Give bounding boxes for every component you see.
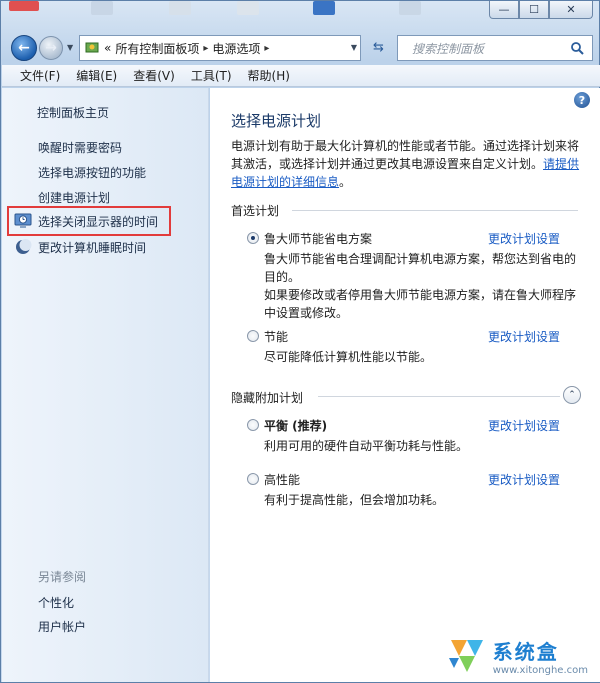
desktop-icon-partial — [313, 1, 335, 15]
intro-paragraph: 电源计划有助于最大化计算机的性能或者节能。通过选择计划来将其激活，或选择计划并通… — [231, 137, 583, 191]
moon-icon — [16, 239, 32, 254]
xitonghe-logo-icon — [448, 640, 483, 672]
title-bar: — ☐ ✕ — [1, 1, 600, 31]
search-input[interactable]: 搜索控制面板 — [397, 35, 593, 61]
desktop-icon-partial — [91, 1, 113, 15]
close-icon: ✕ — [566, 3, 576, 16]
plan-description: 鲁大师节能省电合理调配计算机电源方案，帮您达到省电的目的。 如果要修改或者停用鲁… — [264, 250, 584, 322]
plan-name: 高性能 — [264, 473, 301, 487]
plan-description: 有利于提高性能，但会增加功耗。 — [264, 493, 445, 507]
plan-description: 尽可能降低计算机性能以节能。 — [264, 350, 433, 364]
breadcrumb-power-options[interactable]: 电源选项 — [212, 40, 260, 57]
desktop-icon-partial — [237, 1, 259, 15]
recent-pages-dropdown[interactable]: ▼ — [67, 43, 73, 52]
plan-name: 鲁大师节能省电方案 — [264, 232, 373, 246]
menu-file[interactable]: 文件(F) — [12, 67, 68, 84]
sidebar-link-sleep-time[interactable]: 更改计算机睡眠时间 — [14, 238, 146, 256]
maximize-icon: ☐ — [529, 3, 539, 16]
forward-arrow-icon: → — [45, 40, 57, 56]
plan-description-line: 如果要修改或者停用鲁大师节能电源方案，请在鲁大师程序中设置或修改。 — [264, 288, 577, 320]
back-button[interactable]: ← — [11, 35, 37, 61]
chevron-up-icon: ⌃ — [568, 390, 576, 400]
sidebar-link-label: 选择关闭显示器的时间 — [38, 214, 159, 229]
change-plan-settings-link-balanced[interactable]: 更改计划设置 — [488, 417, 560, 434]
minimize-button[interactable]: — — [489, 1, 519, 19]
watermark-title: 系统盒 — [492, 640, 559, 664]
plan-radio[interactable] — [247, 419, 259, 431]
sidebar-link-user-accounts[interactable]: 用户帐户 — [38, 618, 86, 635]
site-watermark: 系统盒 www.xitonghe.com — [445, 636, 588, 676]
page-title: 选择电源计划 — [231, 112, 322, 130]
address-bar[interactable]: « 所有控制面板项 ▸ 电源选项 ▸ ▼ — [79, 35, 361, 61]
sidebar-link-personalization[interactable]: 个性化 — [38, 594, 74, 611]
refresh-button[interactable]: ⇆ — [373, 40, 384, 55]
watermark-url: www.xitonghe.com — [492, 665, 588, 676]
plan-description: 利用可用的硬件自动平衡功耗与性能。 — [264, 439, 469, 453]
sidebar-link-power-buttons[interactable]: 选择电源按钮的功能 — [38, 164, 146, 181]
plan-name: 节能 — [264, 330, 289, 344]
back-arrow-icon: ← — [18, 40, 30, 56]
collapse-hidden-plans-button[interactable]: ⌃ — [563, 386, 581, 404]
maximize-button[interactable]: ☐ — [519, 1, 549, 19]
sidebar: 控制面板主页 唤醒时需要密码 选择电源按钮的功能 创建电源计划 选择关闭显示器的… — [2, 88, 209, 682]
breadcrumb-separator-icon[interactable]: ▸ — [203, 43, 208, 54]
sidebar-link-control-panel-home[interactable]: 控制面板主页 — [37, 104, 109, 121]
plan-description-line: 鲁大师节能省电合理调配计算机电源方案，帮您达到省电的目的。 — [264, 252, 577, 284]
plan-radio[interactable] — [247, 330, 259, 342]
plan-name: 平衡 (推荐) — [264, 419, 328, 433]
address-dropdown-icon[interactable]: ▼ — [351, 43, 357, 52]
plan-radio[interactable] — [247, 473, 259, 485]
hidden-plans-heading: 隐藏附加计划 — [231, 391, 304, 405]
monitor-clock-icon — [14, 213, 32, 228]
desktop-icon-partial — [169, 1, 191, 15]
sidebar-link-label: 更改计算机睡眠时间 — [38, 240, 147, 255]
breadcrumb-all-items[interactable]: 所有控制面板项 — [115, 40, 199, 57]
search-placeholder: 搜索控制面板 — [412, 41, 485, 56]
control-panel-window: — ☐ ✕ ← → ▼ « 所有控制面板项 ▸ 电源选项 ▸ ▼ ⇆ 搜索控制面… — [0, 0, 600, 683]
see-also-heading: 另请参阅 — [38, 570, 87, 584]
breadcrumb-separator-icon[interactable]: ▸ — [264, 43, 269, 54]
close-button[interactable]: ✕ — [549, 1, 593, 19]
menu-bar: 文件(F) 编辑(E) 查看(V) 工具(T) 帮助(H) — [2, 65, 600, 87]
menu-tools[interactable]: 工具(T) — [183, 67, 240, 84]
section-divider — [318, 396, 560, 397]
address-overflow-marker[interactable]: « — [104, 41, 111, 55]
minimize-icon: — — [498, 3, 510, 16]
forward-button[interactable]: → — [39, 36, 63, 60]
menu-edit[interactable]: 编辑(E) — [68, 67, 125, 84]
plan-radio-selected[interactable] — [247, 232, 259, 244]
watermark-text: 系统盒 www.xitonghe.com — [493, 636, 588, 676]
preferred-plans-heading: 首选计划 — [231, 204, 280, 218]
help-icon[interactable]: ? — [574, 92, 590, 108]
intro-end: 。 — [339, 175, 352, 189]
change-plan-settings-link-high-performance[interactable]: 更改计划设置 — [488, 471, 560, 488]
desktop-icon-partial — [399, 1, 421, 15]
main-content: ? 选择电源计划 电源计划有助于最大化计算机的性能或者节能。通过选择计划来将其激… — [210, 88, 600, 682]
menu-view[interactable]: 查看(V) — [125, 67, 183, 84]
desktop-icon-partial — [9, 1, 39, 11]
change-plan-settings-link-ludashi[interactable]: 更改计划设置 — [488, 230, 560, 247]
refresh-icon: ⇆ — [373, 40, 384, 55]
navigation-bar: ← → ▼ « 所有控制面板项 ▸ 电源选项 ▸ ▼ ⇆ 搜索控制面板 — [1, 31, 600, 65]
intro-text: 电源计划有助于最大化计算机的性能或者节能。通过选择计划来将其激活，或选择计划并通… — [231, 139, 580, 171]
sidebar-link-create-plan[interactable]: 创建电源计划 — [38, 189, 110, 206]
sidebar-link-display-off[interactable]: 选择关闭显示器的时间 — [14, 212, 158, 230]
menu-help[interactable]: 帮助(H) — [240, 67, 298, 84]
window-controls: — ☐ ✕ — [489, 1, 593, 19]
sidebar-link-wakeup-password[interactable]: 唤醒时需要密码 — [38, 139, 122, 156]
control-panel-icon — [85, 42, 99, 53]
change-plan-settings-link-power-saver[interactable]: 更改计划设置 — [488, 328, 560, 345]
section-divider — [292, 210, 578, 211]
search-icon[interactable] — [570, 41, 584, 55]
